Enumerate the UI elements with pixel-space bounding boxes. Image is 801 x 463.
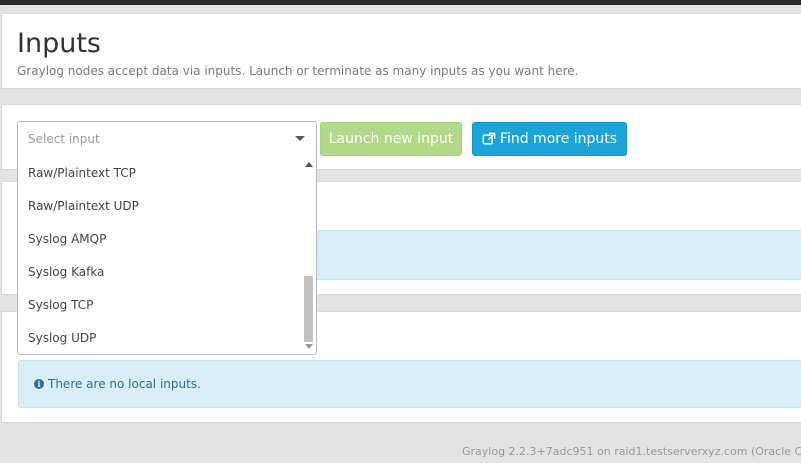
dropdown-scrollbar[interactable]	[303, 160, 314, 351]
dropdown-option-syslog-amqp[interactable]: Syslog AMQP	[28, 232, 106, 246]
dropdown-option-syslog-udp[interactable]: Syslog UDP	[28, 331, 96, 345]
no-local-inputs-message: i There are no local inputs.	[34, 377, 201, 391]
page-title: Inputs	[17, 28, 101, 59]
no-local-inputs-text: There are no local inputs.	[48, 377, 201, 391]
dropdown-option-raw-tcp[interactable]: Raw/Plaintext TCP	[28, 166, 136, 180]
find-more-inputs-button[interactable]: Find more inputs	[472, 122, 627, 156]
input-type-select[interactable]: Select input	[17, 121, 317, 157]
input-type-dropdown[interactable]: Raw/Plaintext TCP Raw/Plaintext UDP Sysl…	[17, 156, 317, 355]
scroll-up-icon[interactable]	[305, 162, 313, 167]
launch-new-input-button[interactable]: Launch new input	[320, 122, 462, 156]
select-placeholder: Select input	[28, 132, 100, 146]
launch-new-input-label: Launch new input	[328, 131, 454, 147]
local-inputs-info-box: i There are no local inputs.	[18, 360, 801, 408]
dropdown-option-syslog-kafka[interactable]: Syslog Kafka	[28, 265, 104, 279]
external-link-icon	[482, 132, 496, 145]
page-header: Inputs Graylog nodes accept data via inp…	[1, 13, 801, 89]
top-navbar	[0, 0, 801, 5]
page-description: Graylog nodes accept data via inputs. La…	[17, 64, 579, 78]
footer-version-text: Graylog 2.2.3+7adc951 on raid1.testserve…	[462, 445, 801, 458]
caret-down-icon[interactable]	[295, 136, 305, 141]
find-more-inputs-label: Find more inputs	[499, 131, 618, 147]
scrollbar-thumb[interactable]	[304, 276, 313, 342]
info-circle-icon: i	[34, 379, 44, 389]
dropdown-option-raw-udp[interactable]: Raw/Plaintext UDP	[28, 199, 139, 213]
scroll-down-icon[interactable]	[305, 344, 313, 349]
dropdown-option-syslog-tcp[interactable]: Syslog TCP	[28, 298, 93, 312]
